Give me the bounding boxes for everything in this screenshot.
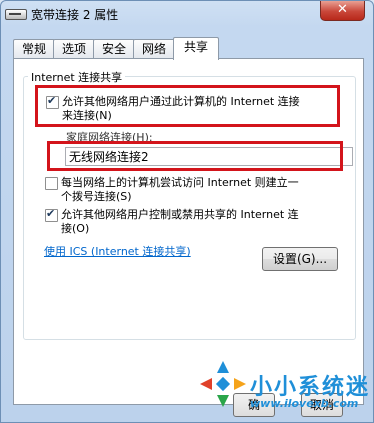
allow-share-label-line2: 来连接(N) <box>62 109 112 122</box>
settings-button[interactable]: 设置(G)... <box>262 247 338 271</box>
close-button[interactable]: ✕ <box>320 1 365 21</box>
ics-group-title: Internet 连接共享 <box>28 69 126 85</box>
window-title: 宽带连接 2 属性 <box>31 8 119 22</box>
allow-control-label-line1: 允许其他网络用户控制或禁用共享的 Internet 连 <box>61 208 299 221</box>
watermark-url: www.ilovexb.com <box>250 397 359 410</box>
allow-share-checkbox[interactable] <box>46 94 59 109</box>
home-network-select[interactable]: 无线网络连接2 <box>65 147 353 166</box>
dial-on-demand-label-line2: 个拨号连接(S) <box>61 190 132 203</box>
dial-on-demand-checkbox[interactable] <box>45 177 58 190</box>
tab-general[interactable]: 常规 <box>13 39 55 59</box>
sharing-panel: Internet 连接共享 允许其他网络用户通过此计算机的 Internet 连… <box>13 58 364 405</box>
allow-share-label-line1: 允许其他网络用户通过此计算机的 Internet 连接 <box>62 95 300 108</box>
tab-options[interactable]: 选项 <box>53 39 95 59</box>
allow-control-checkbox[interactable] <box>45 207 58 222</box>
tab-security[interactable]: 安全 <box>93 39 135 59</box>
tab-sharing[interactable]: 共享 <box>173 37 219 60</box>
allow-control-label-line2: 接(O) <box>61 222 90 235</box>
title-bar[interactable]: 宽带连接 2 属性 ✕ <box>1 1 373 27</box>
site-watermark: 小小系统迷 www.ilovexb.com <box>190 355 374 423</box>
ics-help-link[interactable]: 使用 ICS (Internet 连接共享) <box>44 243 191 259</box>
tab-networking[interactable]: 网络 <box>133 39 175 59</box>
home-network-label: 家庭网络连接(H): <box>66 131 153 144</box>
watermark-logo-icon <box>200 361 246 407</box>
dial-on-demand-label-line1: 每当网络上的计算机尝试访问 Internet 则建立一 <box>61 176 299 189</box>
broadband-connection-icon <box>5 9 27 20</box>
